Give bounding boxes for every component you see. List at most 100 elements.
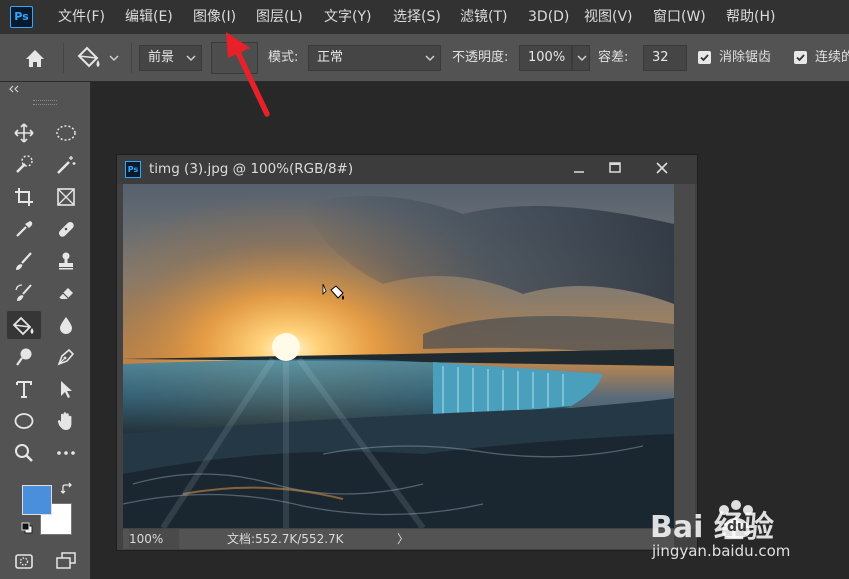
baidu-jingyan-watermark: Bai 经验 du jingyan.baidu.com (650, 500, 849, 570)
close-button[interactable] (645, 157, 679, 179)
ellipse-icon (14, 413, 34, 429)
dodge-tool[interactable] (9, 343, 39, 371)
opacity-label: 不透明度: (452, 50, 509, 65)
brush-tool[interactable] (9, 247, 39, 275)
status-menu-arrow[interactable]: 〉 (397, 529, 409, 549)
water-drop-icon (60, 317, 72, 334)
antialias-checkbox[interactable] (698, 51, 711, 64)
default-colors-icon[interactable] (21, 522, 33, 534)
hand-icon (57, 412, 72, 430)
type-tool[interactable] (9, 375, 39, 403)
ellipse-tool[interactable] (9, 407, 39, 435)
clone-stamp-tool[interactable] (51, 247, 81, 275)
foreground-color-swatch[interactable] (22, 485, 52, 515)
photoshop-file-icon: Ps (125, 161, 141, 178)
fill-source-select[interactable]: 前景 (139, 45, 202, 71)
mode-select[interactable]: 正常 (308, 45, 441, 71)
chevron-down-icon (186, 55, 196, 62)
options-bar: 前景 模式: 正常 不透明度: 100% 容差: 32 消除锯齿 连续的 (0, 34, 849, 82)
close-icon (656, 162, 668, 174)
menu-filter[interactable]: 滤镜(T) (460, 0, 507, 34)
canvas-image[interactable] (123, 184, 674, 528)
crop-tool[interactable] (9, 183, 39, 211)
frame-tool[interactable] (51, 183, 81, 211)
crop-icon (15, 188, 33, 206)
checkmark-icon (700, 54, 709, 62)
eraser-tool[interactable] (51, 279, 81, 307)
more-tools[interactable] (51, 439, 81, 467)
dodge-icon (16, 348, 32, 366)
minimize-icon (574, 171, 584, 173)
hand-tool[interactable] (51, 407, 81, 435)
menu-window[interactable]: 窗口(W) (653, 0, 706, 34)
minimize-button[interactable] (564, 157, 594, 179)
menu-view[interactable]: 视图(V) (584, 0, 633, 34)
history-brush-tool[interactable] (9, 279, 39, 307)
tolerance-input[interactable]: 32 (643, 45, 687, 71)
document-title: timg (3).jpg @ 100%(RGB/8#) (149, 161, 354, 177)
menu-file[interactable]: 文件(F) (58, 0, 105, 34)
document-title-bar[interactable]: Ps timg (3).jpg @ 100%(RGB/8#) (117, 155, 697, 184)
home-icon (26, 50, 44, 67)
paint-bucket-icon (77, 46, 119, 68)
magic-wand-icon (57, 156, 76, 174)
healing-brush-tool[interactable] (51, 215, 81, 243)
stamp-icon (59, 252, 73, 270)
blur-tool[interactable] (51, 311, 81, 339)
menu-3d[interactable]: 3D(D) (528, 0, 569, 34)
menu-select[interactable]: 选择(S) (393, 0, 441, 34)
zoom-level[interactable]: 100% (129, 529, 179, 549)
quick-selection-icon (16, 155, 33, 173)
type-icon (16, 381, 32, 398)
frame-icon (57, 188, 75, 206)
home-button[interactable] (8, 38, 60, 78)
vertical-scrollbar[interactable] (674, 184, 695, 529)
quick-mask-icon (15, 554, 33, 569)
menu-image[interactable]: 图像(I) (193, 0, 236, 34)
watermark-url: jingyan.baidu.com (652, 542, 791, 560)
history-brush-icon (15, 284, 32, 301)
collapse-icon[interactable] (8, 85, 20, 93)
antialias-label: 消除锯齿 (719, 50, 772, 65)
paint-bucket-icon (12, 316, 34, 336)
path-selection-tool[interactable] (51, 375, 81, 403)
move-icon (14, 123, 34, 143)
menu-help[interactable]: 帮助(H) (726, 0, 775, 34)
checkmark-icon (796, 54, 805, 62)
menu-bar: Ps 文件(F) 编辑(E) 图像(I) 图层(L) 文字(Y) 选择(S) 滤… (0, 0, 849, 34)
quick-mask-button[interactable] (9, 547, 39, 575)
niagara-falls-sunset-photo (123, 184, 674, 528)
menu-layer[interactable]: 图层(L) (256, 0, 303, 34)
maximize-icon (609, 162, 621, 173)
paint-bucket-tool[interactable] (7, 311, 41, 339)
swap-colors-icon[interactable] (60, 482, 74, 496)
elliptical-marquee-tool[interactable] (51, 119, 81, 147)
screen-mode-icon (56, 552, 76, 569)
move-tool[interactable] (9, 119, 39, 147)
magic-wand-tool[interactable] (51, 151, 81, 179)
menu-type[interactable]: 文字(Y) (324, 0, 371, 34)
opacity-input[interactable]: 100% (519, 45, 572, 71)
pen-tool[interactable] (51, 343, 81, 371)
document-window: Ps timg (3).jpg @ 100%(RGB/8#) 100% 文档:5… (116, 154, 698, 551)
tools-panel (0, 82, 91, 579)
panel-grip[interactable] (33, 100, 57, 105)
tool-preset-picker[interactable] (70, 42, 126, 74)
document-info[interactable]: 文档:552.7K/552.7K (227, 529, 344, 549)
eyedropper-tool[interactable] (9, 215, 39, 243)
screen-mode-button[interactable] (51, 547, 81, 575)
photoshop-logo[interactable]: Ps (10, 6, 33, 28)
bandage-icon (58, 221, 74, 237)
quick-selection-tool[interactable] (9, 151, 39, 179)
eraser-icon (58, 288, 73, 299)
contiguous-checkbox[interactable] (794, 51, 807, 64)
more-icon (57, 451, 75, 455)
ellipse-marquee-icon (56, 125, 76, 141)
menu-edit[interactable]: 编辑(E) (125, 0, 173, 34)
zoom-tool[interactable] (9, 439, 39, 467)
opacity-dropdown[interactable] (572, 45, 590, 71)
watermark-du: du (727, 519, 747, 535)
chevron-down-icon (425, 55, 435, 62)
maximize-button[interactable] (600, 157, 630, 179)
red-arrow-annotation (226, 32, 270, 117)
